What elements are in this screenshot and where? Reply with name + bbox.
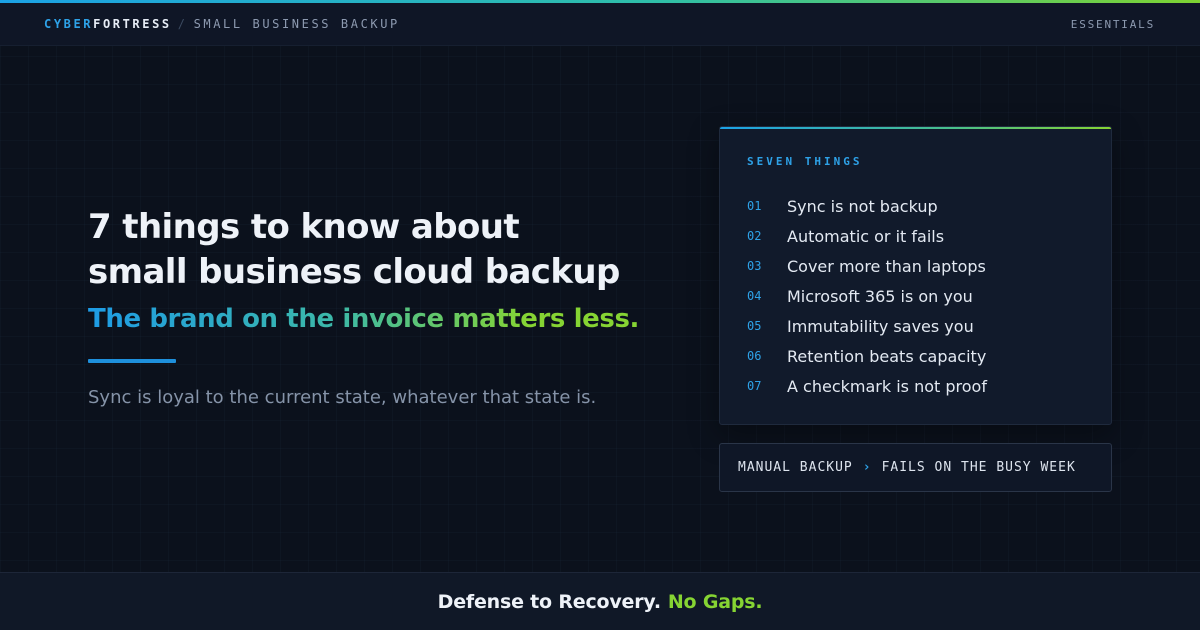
item-number: 07 — [747, 379, 762, 393]
title-line-1: 7 things to know about — [88, 207, 520, 247]
panel-accent-bar — [720, 127, 1111, 129]
footer-slogan-main: Defense to Recovery. — [437, 590, 661, 613]
tagline-quote: Sync is loyal to the current state, what… — [88, 387, 597, 408]
list-item: 04 Microsoft 365 is on you — [747, 281, 987, 311]
breadcrumb: CYBERFORTRESS / SMALL BUSINESS BACKUP — [44, 17, 400, 31]
header-bar: CYBERFORTRESS / SMALL BUSINESS BACKUP ESSE… — [0, 3, 1200, 46]
footer-bar: Defense to Recovery. No Gaps. — [0, 572, 1200, 630]
panel-title: SEVEN THINGS — [747, 155, 863, 168]
subtitle: The brand on the invoice matters less. — [88, 301, 639, 337]
item-number: 04 — [747, 289, 762, 303]
list-item: 03 Cover more than laptops — [747, 251, 987, 281]
page: CYBERFORTRESS / SMALL BUSINESS BACKUP ESSE… — [0, 0, 1200, 630]
section-label: SMALL BUSINESS BACKUP — [193, 17, 400, 31]
list-item: 05 Immutability saves you — [747, 311, 987, 341]
list-item: 07 A checkmark is not proof — [747, 371, 987, 401]
item-number: 01 — [747, 199, 762, 213]
item-label: Retention beats capacity — [787, 346, 987, 366]
item-number: 02 — [747, 229, 762, 243]
list-item: 02 Automatic or it fails — [747, 221, 987, 251]
category-tag: ESSENTIALS — [1070, 18, 1155, 31]
callout-box: MANUAL BACKUP › FAILS ON THE BUSY WEEK — [719, 443, 1112, 492]
item-number: 03 — [747, 259, 762, 273]
brand-name-primary: CYBER — [44, 17, 94, 31]
brand-name-secondary: FORTRESS — [93, 17, 172, 31]
page-title: 7 things to know about small business cl… — [88, 205, 688, 295]
seven-things-panel: SEVEN THINGS 01 Sync is not backup 02 Au… — [719, 126, 1112, 425]
item-label: Microsoft 365 is on you — [787, 286, 973, 306]
item-number: 05 — [747, 319, 762, 333]
list-item: 01 Sync is not backup — [747, 191, 987, 221]
accent-divider — [88, 359, 176, 363]
item-label: Cover more than laptops — [787, 256, 986, 276]
breadcrumb-separator: / — [177, 17, 188, 31]
title-line-2: small business cloud backup — [88, 252, 620, 292]
item-label: Immutability saves you — [787, 316, 974, 336]
item-label: Automatic or it fails — [787, 226, 945, 246]
item-label: A checkmark is not proof — [787, 376, 987, 396]
footer-slogan-highlight: No Gaps. — [667, 590, 763, 613]
list-item: 06 Retention beats capacity — [747, 341, 987, 371]
item-label: Sync is not backup — [787, 196, 938, 216]
chevron-right-icon: › — [862, 460, 872, 475]
callout-right-text: FAILS ON THE BUSY WEEK — [881, 460, 1076, 475]
item-number: 06 — [747, 349, 762, 363]
callout-left-text: MANUAL BACKUP — [738, 460, 853, 475]
things-list: 01 Sync is not backup 02 Automatic or it… — [747, 191, 987, 401]
